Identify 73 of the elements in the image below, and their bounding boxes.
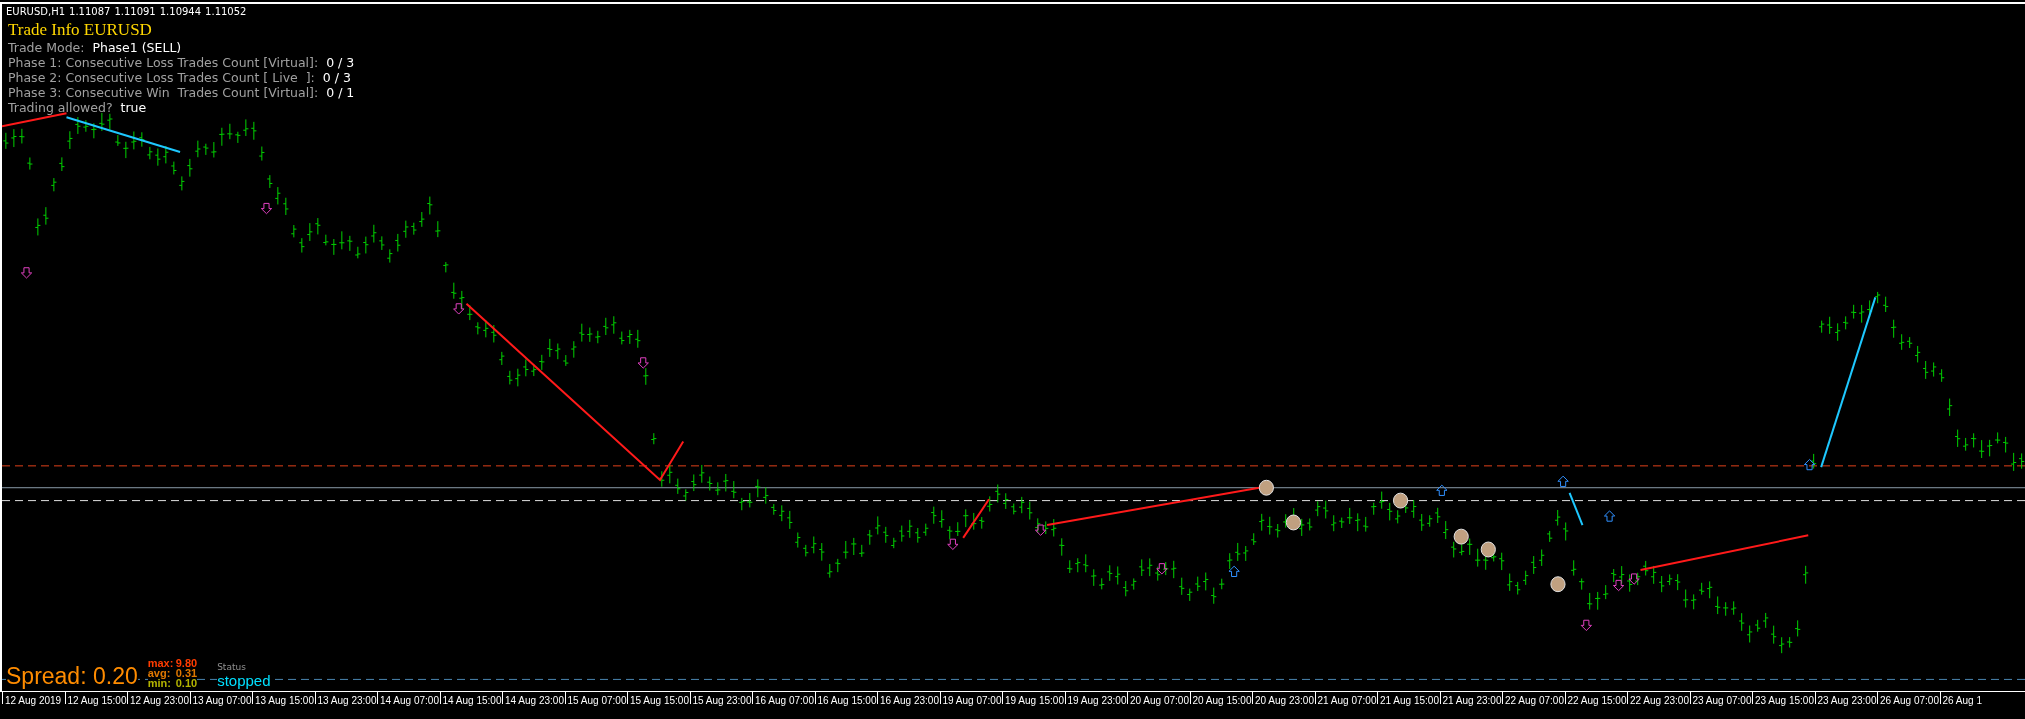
arrow-up-icon [1803,458,1816,471]
time-axis-label: 23 Aug 15:00 [1752,692,1815,704]
arrow-down-icon [1612,579,1625,592]
status-label: Status [217,662,247,672]
time-axis-label: 19 Aug 23:00 [1064,692,1127,704]
time-axis-label: 13 Aug 07:00 [189,692,252,704]
info-label: Phase 1: Consecutive Loss Trades Count [Virtual]: [8,55,319,70]
spread-stat: max: 9.80 [147,658,198,668]
info-label: Trade Mode: [8,40,85,55]
chart-header: EURUSD,H1 1.11087 1.11091 1.10944 1.11052 [6,6,247,17]
info-value: 0 / 1 [326,85,355,100]
info-value: 0 / 3 [326,55,355,70]
time-axis-label: 15 Aug 15:00 [627,692,690,704]
trade-marker-icon [1480,541,1496,558]
arrow-down-icon [1156,563,1168,575]
status-value: stopped [217,672,271,689]
time-axis-label: 22 Aug 23:00 [1627,692,1690,704]
time-axis-label: 21 Aug 23:00 [1439,692,1502,704]
trade-marker-icon [1392,492,1409,509]
panel-title: Trade Info EURUSD [8,20,153,40]
time-axis-label: 22 Aug 15:00 [1564,692,1627,704]
arrow-down-icon [453,303,465,315]
spread-value: Spread: 0.20 [6,663,138,689]
arrow-up-icon [1228,565,1240,577]
time-axis-label: 12 Aug 23:00 [127,692,190,704]
time-axis-label: 12 Aug 15:00 [64,692,127,704]
time-axis-label: 26 Aug 07:00 [1877,692,1940,704]
time-axis-label: 23 Aug 07:00 [1689,692,1752,704]
info-value: Phase1 (SELL) [92,40,182,55]
time-axis-label: 19 Aug 15:00 [1002,692,1065,704]
time-axis-label: 20 Aug 23:00 [1252,692,1315,704]
spread-stat: min: 0.10 [147,678,198,688]
time-axis-label: 13 Aug 15:00 [252,692,315,704]
time-axis-label: 21 Aug 15:00 [1377,692,1440,704]
time-axis-label: 14 Aug 15:00 [439,692,502,704]
arrow-down-icon [260,202,273,215]
trade-marker-icon [1258,479,1274,496]
time-axis-label: 14 Aug 07:00 [377,692,440,704]
arrow-up-icon [1557,475,1569,487]
time-axis-label: 20 Aug 07:00 [1127,692,1190,704]
trade-marker-icon [1550,576,1566,593]
arrow-up-icon [1603,510,1616,522]
arrow-down-icon [20,267,33,279]
info-value: true [120,100,147,115]
arrow-down-icon [1034,524,1047,536]
trade-marker-icon [1285,514,1302,531]
arrow-down-icon [1628,573,1640,585]
spread-stat: avg: 0.31 [147,668,198,678]
trend-line [962,498,990,539]
info-value: 0 / 3 [322,70,351,85]
time-axis-label: 14 Aug 23:00 [502,692,565,704]
info-label: Phase 3: Consecutive Win Trades Count [Virtual]: [8,85,319,100]
time-axis-label: 19 Aug 07:00 [939,692,1002,704]
time-axis-label: 16 Aug 15:00 [814,692,877,704]
time-axis-label: 20 Aug 15:00 [1189,692,1252,704]
arrow-down-icon [1580,619,1592,632]
time-axis-label: 12 Aug 2019 [2,692,65,704]
time-axis-label: 15 Aug 23:00 [689,692,752,704]
arrow-up-icon [1436,484,1448,496]
time-axis-label: 13 Aug 23:00 [314,692,377,704]
trend-line [1568,491,1584,527]
arrow-down-icon [637,357,649,369]
trade-marker-icon [1453,528,1469,545]
time-axis-label: 21 Aug 07:00 [1314,692,1377,704]
time-axis-label: 15 Aug 07:00 [564,692,627,704]
time-axis-label: 23 Aug 23:00 [1814,692,1877,704]
time-axis-label: 22 Aug 07:00 [1502,692,1565,704]
arrow-down-icon [947,538,959,550]
time-axis-label: 16 Aug 07:00 [752,692,815,704]
time-axis-label: 26 Aug 1 [1939,692,2002,704]
time-axis-label: 16 Aug 23:00 [877,692,940,704]
info-label: Phase 2: Consecutive Loss Trades Count [ Live ]: [8,70,315,85]
info-label: Trading allowed? [8,100,113,115]
